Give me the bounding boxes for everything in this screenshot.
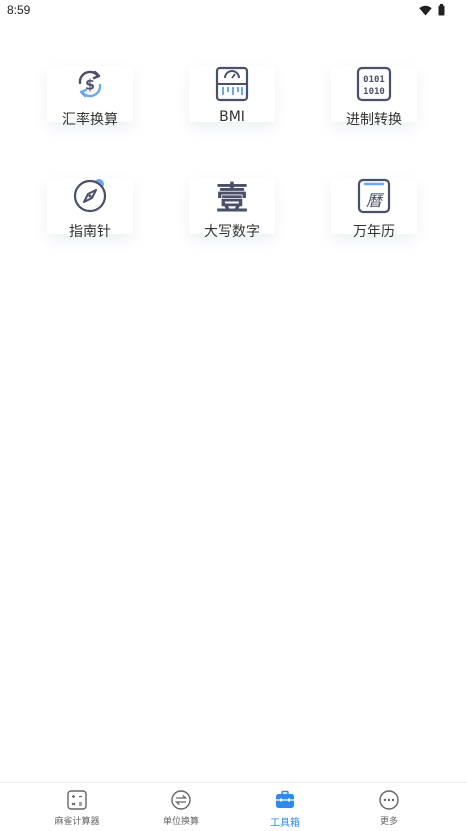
tool-label: 进制转换 bbox=[346, 112, 402, 128]
currency-exchange-icon: $ bbox=[78, 70, 102, 98]
svg-text:1010: 1010 bbox=[363, 87, 385, 97]
binary-icon: 0101 1010 bbox=[356, 66, 392, 102]
battery-icon bbox=[438, 4, 445, 16]
tool-perpetual-calendar[interactable]: 曆 万年历 bbox=[331, 178, 417, 246]
tool-base-conversion[interactable]: 0101 1010 进制转换 bbox=[331, 66, 417, 134]
tool-label: 万年历 bbox=[353, 224, 395, 240]
calendar-icon: 曆 bbox=[357, 178, 391, 214]
nav-unit-conversion[interactable]: 单位换算 bbox=[141, 789, 221, 827]
status-time: 8:59 bbox=[7, 3, 31, 17]
bottom-nav: 麻雀计算器 单位换算 工具箱 更多 bbox=[0, 782, 467, 831]
toolbox-icon bbox=[276, 790, 294, 808]
svg-text:壹: 壹 bbox=[216, 179, 248, 214]
calculator-icon bbox=[67, 790, 87, 810]
nav-calculator[interactable]: 麻雀计算器 bbox=[37, 789, 117, 827]
tool-compass[interactable]: 指南针 bbox=[47, 178, 133, 246]
svg-text:0101: 0101 bbox=[363, 75, 385, 85]
tool-currency-exchange[interactable]: $ 汇率换算 bbox=[47, 66, 133, 134]
chinese-numeral-icon: 壹 bbox=[216, 179, 248, 214]
status-icons bbox=[419, 4, 445, 16]
tool-label: 大写数字 bbox=[204, 224, 260, 240]
nav-label: 单位换算 bbox=[162, 817, 199, 827]
nav-label: 更多 bbox=[379, 817, 398, 827]
nav-label: 工具箱 bbox=[270, 818, 300, 829]
status-bar: 8:59 bbox=[0, 0, 467, 22]
tool-chinese-numerals[interactable]: 壹 大写数字 bbox=[189, 178, 275, 246]
svg-text:曆: 曆 bbox=[366, 191, 385, 210]
nav-toolbox[interactable]: 工具箱 bbox=[245, 789, 325, 829]
more-icon bbox=[379, 790, 399, 810]
nav-more[interactable]: 更多 bbox=[349, 789, 429, 827]
tool-label: 指南针 bbox=[69, 224, 111, 240]
tool-label: 汇率换算 bbox=[62, 112, 118, 128]
tool-label: BMI bbox=[219, 109, 245, 125]
compass-icon bbox=[73, 179, 107, 213]
unit-convert-icon bbox=[171, 790, 191, 810]
tool-bmi[interactable]: BMI bbox=[189, 66, 275, 134]
svg-text:$: $ bbox=[85, 78, 95, 94]
scale-icon bbox=[215, 66, 249, 102]
wifi-icon bbox=[419, 5, 432, 15]
nav-label: 麻雀计算器 bbox=[54, 817, 100, 827]
